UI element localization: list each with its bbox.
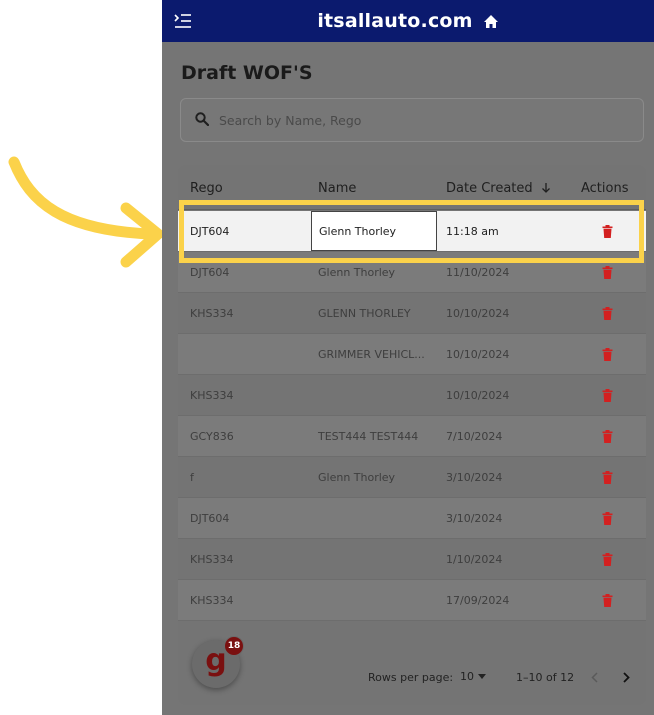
brand-title: itsallauto.com [317, 10, 498, 32]
cell-name: Glenn Thorley [318, 471, 396, 484]
table-row[interactable]: GRIMMER VEHICL... 10/10/2024 [178, 334, 646, 375]
cell-date-created: 11/10/2024 [446, 266, 510, 279]
cell-rego: KHS334 [190, 553, 234, 566]
search-input[interactable] [217, 111, 621, 129]
cell-name: TEST444 TEST444 [318, 430, 419, 443]
page-title: Draft WOF'S [181, 62, 313, 84]
menu-collapse-icon[interactable] [172, 11, 194, 31]
cell-rego: DJT604 [190, 266, 230, 279]
table-body: DJT604 Glenn Thorley 11:18 am DJT604 Glenn T… [178, 211, 646, 621]
search-box [180, 98, 644, 142]
cell-date-created: 3/10/2024 [446, 512, 503, 525]
table-row[interactable]: DJT604 Glenn Thorley 11:18 am [178, 211, 646, 252]
column-header-rego[interactable]: Rego [190, 181, 223, 196]
table-row[interactable]: DJT604 Glenn Thorley 11/10/2024 [178, 252, 646, 293]
table-row[interactable]: KHS334 1/10/2024 [178, 539, 646, 580]
caret-down-icon [478, 674, 486, 679]
cell-date-created: 3/10/2024 [446, 471, 503, 484]
column-header-date-created[interactable]: Date Created [446, 181, 551, 196]
cell-name[interactable]: Glenn Thorley [311, 211, 437, 251]
trash-icon[interactable] [600, 387, 614, 403]
notification-badge: 18 [224, 636, 244, 656]
column-header-name[interactable]: Name [318, 181, 356, 196]
trash-icon[interactable] [600, 223, 614, 239]
trash-icon[interactable] [600, 264, 614, 280]
cell-name: GLENN THORLEY [318, 307, 411, 320]
cell-name: Glenn Thorley [318, 266, 396, 279]
cell-name: GRIMMER VEHICL... [318, 348, 425, 361]
table-row[interactable]: f Glenn Thorley 3/10/2024 [178, 457, 646, 498]
cell-rego: GCY836 [190, 430, 234, 443]
trash-icon[interactable] [600, 551, 614, 567]
pagination-range: 1–10 of 12 [516, 671, 575, 684]
cell-date-created: 10/10/2024 [446, 348, 510, 361]
cell-date-created: 11:18 am [446, 225, 499, 238]
column-header-actions: Actions [581, 181, 629, 196]
cell-rego: DJT604 [190, 225, 230, 238]
table-row[interactable]: GCY836 TEST444 TEST444 7/10/2024 [178, 416, 646, 457]
top-bar: itsallauto.com [162, 0, 654, 42]
trash-icon[interactable] [600, 305, 614, 321]
table-row[interactable]: KHS334 17/09/2024 [178, 580, 646, 621]
cell-date-created: 7/10/2024 [446, 430, 503, 443]
chevron-right-icon [622, 671, 630, 683]
search-icon [195, 111, 210, 130]
trash-icon[interactable] [600, 346, 614, 362]
brand-text: itsallauto.com [317, 10, 473, 32]
cell-date-created: 1/10/2024 [446, 553, 503, 566]
previous-page-button[interactable] [586, 668, 602, 686]
rows-per-page-value: 10 [460, 670, 474, 683]
table-row[interactable]: DJT604 3/10/2024 [178, 498, 646, 539]
chat-widget-button[interactable]: g 18 [192, 636, 244, 688]
rows-per-page-label: Rows per page: [368, 671, 454, 684]
app-window: itsallauto.com Draft WOF'S Rego Name Dat… [162, 0, 654, 715]
arrow-down-icon [541, 183, 550, 193]
chevron-left-icon [590, 671, 598, 683]
cell-rego: f [190, 471, 194, 484]
trash-icon[interactable] [600, 510, 614, 526]
trash-icon[interactable] [600, 592, 614, 608]
cell-date-created: 10/10/2024 [446, 389, 510, 402]
tutorial-arrow-icon [8, 156, 164, 268]
table-row[interactable]: KHS334 10/10/2024 [178, 375, 646, 416]
cell-rego: KHS334 [190, 594, 234, 607]
cell-rego: KHS334 [190, 307, 234, 320]
widget-logo: g [205, 643, 227, 678]
column-header-date-label: Date Created [446, 181, 533, 196]
cell-date-created: 10/10/2024 [446, 307, 510, 320]
cell-date-created: 17/09/2024 [446, 594, 510, 607]
cell-rego: KHS334 [190, 389, 234, 402]
trash-icon[interactable] [600, 469, 614, 485]
trash-icon[interactable] [600, 428, 614, 444]
draft-wof-table: Rego Name Date Created Actions DJT604 Gle… [178, 165, 646, 705]
table-row[interactable]: KHS334 GLENN THORLEY 10/10/2024 [178, 293, 646, 334]
next-page-button[interactable] [618, 668, 634, 686]
cell-rego: DJT604 [190, 512, 230, 525]
rows-per-page-select[interactable]: 10 [460, 670, 486, 683]
table-header: Rego Name Date Created Actions [178, 165, 646, 210]
home-icon[interactable] [483, 14, 499, 29]
